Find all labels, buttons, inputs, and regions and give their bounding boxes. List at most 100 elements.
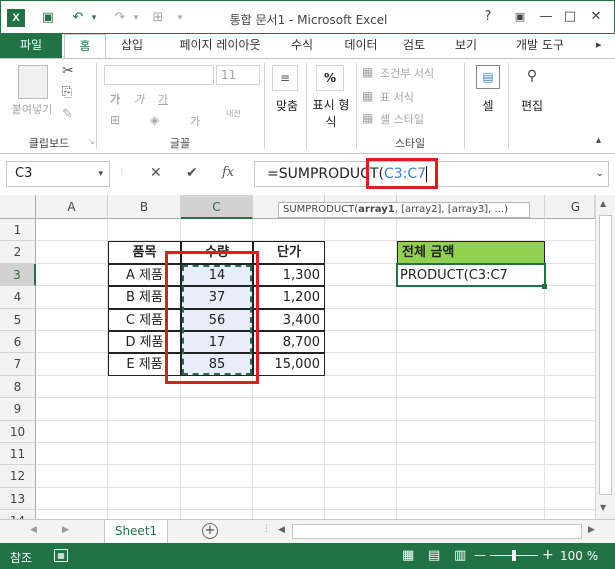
format-painter-icon[interactable]: ✎ (62, 107, 73, 122)
row-header[interactable]: 10 (0, 420, 36, 443)
sheet-prev-icon[interactable]: ◀ (30, 525, 37, 535)
scroll-down-icon[interactable]: ▼ (600, 503, 606, 512)
phonetic-button[interactable]: 내천 (226, 109, 246, 118)
binoculars-icon[interactable]: ⚲ (520, 65, 544, 89)
vertical-scrollbar[interactable]: ▲ ▼ (595, 195, 615, 519)
price-cell[interactable]: 3,400 (253, 308, 325, 331)
font-size-select[interactable]: 11 (216, 65, 260, 85)
macro-record-icon[interactable]: ▦ (54, 549, 68, 562)
zoom-out-button[interactable]: — (474, 548, 486, 562)
page-break-view-icon[interactable]: ▥ (454, 548, 466, 563)
bold-button[interactable]: 가 (110, 91, 120, 107)
italic-button[interactable]: 가 (134, 91, 144, 107)
tooltip-function[interactable]: SUMPRODUCT( (283, 204, 358, 215)
hscroll-right-icon[interactable]: ▶ (588, 525, 595, 535)
tab-file[interactable]: 파일 (0, 34, 62, 58)
underline-button[interactable]: 가 (158, 91, 168, 107)
borders-icon[interactable]: ⊞ (110, 113, 120, 127)
row-header[interactable]: 13 (0, 487, 36, 511)
tab-developer[interactable]: 개발 도구 (508, 34, 572, 58)
table-format-button[interactable]: 표 서식 (380, 89, 414, 105)
total-label-cell[interactable]: 전체 금액 (397, 241, 545, 264)
cancel-icon[interactable]: ✕ (150, 165, 162, 181)
column-header-b[interactable]: B (108, 195, 181, 219)
row-header[interactable]: 7 (0, 353, 36, 376)
row-header[interactable]: 12 (0, 465, 36, 488)
add-sheet-icon[interactable]: + (202, 523, 218, 539)
editing-button[interactable]: 편집 (514, 97, 550, 114)
price-cell[interactable]: 1,200 (253, 286, 325, 309)
clipboard-launcher-icon[interactable]: ↘ (88, 137, 95, 146)
sheet-tab-sheet1[interactable]: Sheet1 (104, 520, 168, 544)
tab-review[interactable]: 검토 (394, 34, 434, 58)
tab-view[interactable]: 보기 (446, 34, 486, 58)
insert-function-icon[interactable]: fx (222, 165, 234, 180)
horizontal-scroll-thumb[interactable] (292, 524, 582, 539)
font-family-select[interactable] (104, 65, 214, 85)
row-header[interactable]: 6 (0, 331, 36, 354)
price-cell[interactable]: 8,700 (253, 331, 325, 354)
scroll-up-icon[interactable]: ▲ (600, 199, 606, 208)
formula-ref-highlight (366, 158, 438, 189)
tab-formulas[interactable]: 수식 (282, 34, 322, 58)
minimize-button[interactable]: — (535, 7, 557, 27)
clipboard-paste-icon[interactable] (18, 65, 48, 99)
cells-icon[interactable]: ▤ (476, 65, 500, 89)
normal-view-icon[interactable]: ▦ (402, 548, 414, 563)
tab-home[interactable]: 홈 (64, 34, 106, 58)
row-header[interactable]: 5 (0, 308, 36, 331)
hscroll-left-icon[interactable]: ◀ (278, 525, 285, 535)
fill-handle[interactable] (542, 284, 547, 289)
row-header[interactable]: 2 (0, 241, 36, 264)
tab-insert[interactable]: 삽입 (110, 34, 154, 58)
enter-icon[interactable]: ✔ (186, 165, 198, 181)
fill-color-icon[interactable]: ◈ (150, 113, 159, 127)
expand-formula-icon[interactable]: ⌄ (596, 162, 604, 186)
cells-button[interactable]: 셀 (472, 97, 504, 114)
font-color-icon[interactable]: 가 (190, 113, 200, 129)
column-header-g[interactable]: G (545, 195, 595, 219)
column-header-a[interactable]: A (36, 195, 108, 219)
cell-style-button[interactable]: 셀 스타일 (380, 111, 424, 127)
name-box-dropdown-icon[interactable]: ▾ (98, 162, 103, 186)
cut-icon[interactable]: ✂ (62, 63, 74, 79)
zoom-in-button[interactable]: + (542, 547, 554, 563)
tab-split-grip-icon[interactable]: ⋮ (262, 524, 271, 534)
close-button[interactable]: ✕ (585, 7, 607, 27)
row-header[interactable]: 11 (0, 443, 36, 466)
price-cell[interactable]: 1,300 (253, 263, 325, 287)
number-format-button[interactable]: 표시 형식 (310, 97, 352, 131)
row-header[interactable]: 4 (0, 286, 36, 309)
collapse-ribbon-icon[interactable]: ▴ (596, 135, 601, 146)
tab-data[interactable]: 데이터 (336, 34, 386, 58)
alignment-icon[interactable]: ≡ (272, 65, 298, 91)
conditional-format-button[interactable]: 조건부 서식 (380, 65, 434, 81)
name-box[interactable]: C3 ▾ (6, 161, 110, 187)
header-price[interactable]: 단가 (253, 241, 325, 264)
copy-icon[interactable]: ⎘ (62, 85, 72, 100)
ribbon-scroll-icon[interactable]: ▸ (596, 38, 612, 54)
row-header[interactable]: 9 (0, 398, 36, 421)
zoom-slider-thumb[interactable] (512, 550, 516, 561)
worksheet-grid[interactable]: A B C D E F G 1234567891011121314 품목 수량 … (0, 195, 595, 533)
paste-button[interactable]: 붙여넣기 (6, 101, 58, 117)
help-button[interactable]: ? (477, 7, 499, 27)
restore-button[interactable]: □ (559, 7, 581, 27)
scroll-thumb[interactable] (599, 215, 612, 495)
row-header[interactable]: 1 (0, 219, 36, 242)
name-box-value: C3 (15, 166, 33, 181)
sheet-next-icon[interactable]: ▶ (62, 525, 69, 535)
group-label-styles: 스타일 (394, 137, 426, 150)
column-header-c[interactable]: C (181, 195, 253, 219)
row-header[interactable]: 8 (0, 375, 36, 399)
select-all-button[interactable] (0, 195, 36, 219)
zoom-level[interactable]: 100 % (560, 549, 598, 563)
alignment-button[interactable]: 맞춤 (270, 97, 304, 114)
active-edit-cell[interactable]: PRODUCT(C3:C7 (396, 263, 546, 287)
page-layout-view-icon[interactable]: ▤ (428, 548, 440, 563)
percent-icon[interactable]: % (316, 65, 344, 91)
price-cell[interactable]: 15,000 (253, 353, 325, 376)
ribbon-options-icon[interactable]: ▣ (509, 7, 531, 27)
tab-page-layout[interactable]: 페이지 레이아웃 (160, 34, 280, 58)
row-header[interactable]: 3 (0, 263, 36, 287)
